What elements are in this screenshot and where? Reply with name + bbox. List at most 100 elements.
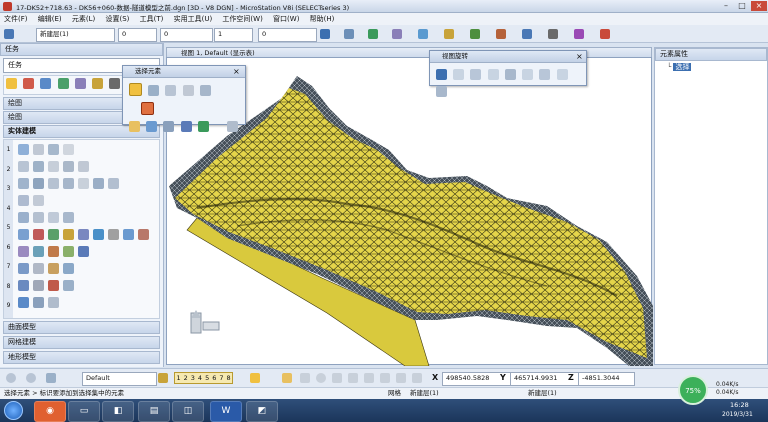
view-7-button[interactable]: 7 [218, 374, 225, 382]
keypoint-snap-icon[interactable] [282, 373, 292, 383]
select-all-icon[interactable] [197, 121, 209, 132]
solid-tool-icon[interactable] [48, 229, 59, 240]
menu-help[interactable]: 帮助(H) [306, 13, 339, 25]
solid-tool-icon[interactable] [33, 280, 44, 291]
line-weight-select[interactable]: 1 [214, 28, 253, 42]
solid-tool-icon[interactable] [33, 263, 44, 274]
cpu-usage-indicator[interactable]: 75% [678, 375, 708, 405]
fence-icon[interactable] [368, 29, 378, 39]
menu-settings[interactable]: 设置(S) [101, 13, 133, 25]
selection-item[interactable]: 选择 [673, 63, 692, 71]
delete-icon[interactable] [600, 29, 610, 39]
materials-icon[interactable] [470, 29, 480, 39]
solid-tool-icon[interactable] [63, 144, 74, 155]
solid-tool-icon[interactable] [48, 280, 59, 291]
taskbar-word-icon[interactable]: W [210, 401, 242, 422]
render-icon[interactable] [392, 29, 402, 39]
rotate-icon[interactable] [74, 78, 86, 89]
move-icon[interactable] [40, 78, 52, 89]
bottom-view-icon[interactable] [522, 69, 534, 80]
transparency-select[interactable]: 0 [258, 28, 317, 42]
back-view-icon[interactable] [539, 69, 551, 80]
solid-tool-icon[interactable] [48, 246, 59, 257]
menu-utilities[interactable]: 实用工具(U) [170, 13, 217, 25]
solid-tool-icon[interactable] [18, 178, 29, 189]
solid-tool-icon[interactable] [48, 178, 59, 189]
menu-window[interactable]: 窗口(W) [269, 13, 303, 25]
menu-element[interactable]: 元素(L) [68, 13, 99, 25]
solid-tool-icon[interactable] [108, 178, 119, 189]
solid-tool-icon[interactable] [18, 229, 29, 240]
origin-snap-icon[interactable] [332, 373, 342, 383]
copy-icon[interactable] [57, 78, 69, 89]
view-4-button[interactable]: 4 [196, 374, 203, 382]
perpendicular-snap-icon[interactable] [380, 373, 390, 383]
accudraw-icon[interactable] [344, 29, 354, 39]
back-icon[interactable] [6, 373, 16, 383]
solid-tool-icon[interactable] [18, 144, 29, 155]
task-section-terrain-model[interactable]: 地形模型 [3, 351, 160, 364]
start-button-icon[interactable] [4, 401, 23, 420]
solid-tool-icon[interactable] [123, 229, 134, 240]
solid-tool-icon[interactable] [63, 246, 74, 257]
add-selection-icon[interactable] [146, 121, 158, 132]
solid-tool-icon[interactable] [33, 246, 44, 257]
through-point-snap-icon[interactable] [412, 373, 422, 383]
solid-tool-icon[interactable] [33, 229, 44, 240]
model-select[interactable]: Default [82, 372, 157, 386]
isometric-view-icon[interactable] [504, 69, 516, 80]
lighting-icon[interactable] [444, 29, 454, 39]
solid-tool-icon[interactable] [78, 246, 89, 257]
close-icon[interactable]: × [576, 52, 583, 61]
solid-tool-icon[interactable] [18, 297, 29, 308]
taskbar-app-icon[interactable]: ◧ [102, 401, 134, 422]
element-info-icon[interactable] [23, 78, 35, 89]
solid-tool-icon[interactable] [63, 263, 74, 274]
solid-tool-icon[interactable] [33, 212, 44, 223]
solid-tool-icon[interactable] [63, 229, 74, 240]
solid-tool-icon[interactable] [18, 263, 29, 274]
minimize-icon[interactable]: – [718, 1, 734, 11]
cells-icon[interactable] [574, 29, 584, 39]
view-8-button[interactable]: 8 [225, 374, 232, 382]
display-style-icon[interactable] [418, 29, 428, 39]
solid-tool-icon[interactable] [93, 178, 104, 189]
solid-tool-icon[interactable] [63, 212, 74, 223]
analysis-icon[interactable] [548, 29, 558, 39]
solid-tool-icon[interactable] [78, 178, 89, 189]
tangent-snap-icon[interactable] [364, 373, 374, 383]
solid-tool-icon[interactable] [138, 229, 149, 240]
solid-tool-icon[interactable] [33, 161, 44, 172]
tools-icon[interactable] [496, 29, 506, 39]
solid-tool-icon[interactable] [33, 178, 44, 189]
close-icon[interactable]: × [233, 67, 240, 76]
task-section-mesh-modeling[interactable]: 网格建模 [3, 336, 160, 349]
right-iso-view-icon[interactable] [436, 86, 447, 97]
solid-tool-icon[interactable] [48, 212, 59, 223]
level-manager-icon[interactable] [4, 29, 14, 39]
solid-tool-icon[interactable] [18, 280, 29, 291]
solid-tool-icon[interactable] [48, 144, 59, 155]
top-view-icon[interactable] [453, 69, 465, 80]
taskbar-app-icon[interactable]: ◉ [34, 401, 66, 422]
subtract-selection-icon[interactable] [163, 121, 175, 132]
select-options-icon[interactable] [227, 121, 239, 132]
front-view-icon[interactable] [470, 69, 482, 80]
view-6-button[interactable]: 6 [211, 374, 218, 382]
selection-mode-icon[interactable] [141, 102, 154, 115]
invert-selection-icon[interactable] [180, 121, 192, 132]
x-coordinate-field[interactable]: 498540.5828 [442, 372, 519, 386]
solid-tool-icon[interactable] [63, 178, 74, 189]
clock-time[interactable]: 16:28 [730, 401, 749, 409]
z-coordinate-field[interactable]: -4851.3044 [578, 372, 635, 386]
scale-icon[interactable] [92, 78, 104, 89]
model-icon[interactable] [158, 373, 168, 383]
solid-tool-icon[interactable] [48, 161, 59, 172]
solid-tool-icon[interactable] [78, 229, 89, 240]
menu-tools[interactable]: 工具(T) [136, 13, 168, 25]
taskbar-app-icon[interactable]: ▤ [138, 401, 170, 422]
select-tool-icon[interactable] [6, 78, 17, 89]
parallel-snap-icon[interactable] [396, 373, 406, 383]
view-5-button[interactable]: 5 [204, 374, 211, 382]
taskbar-folder-icon[interactable]: ▭ [68, 401, 100, 422]
